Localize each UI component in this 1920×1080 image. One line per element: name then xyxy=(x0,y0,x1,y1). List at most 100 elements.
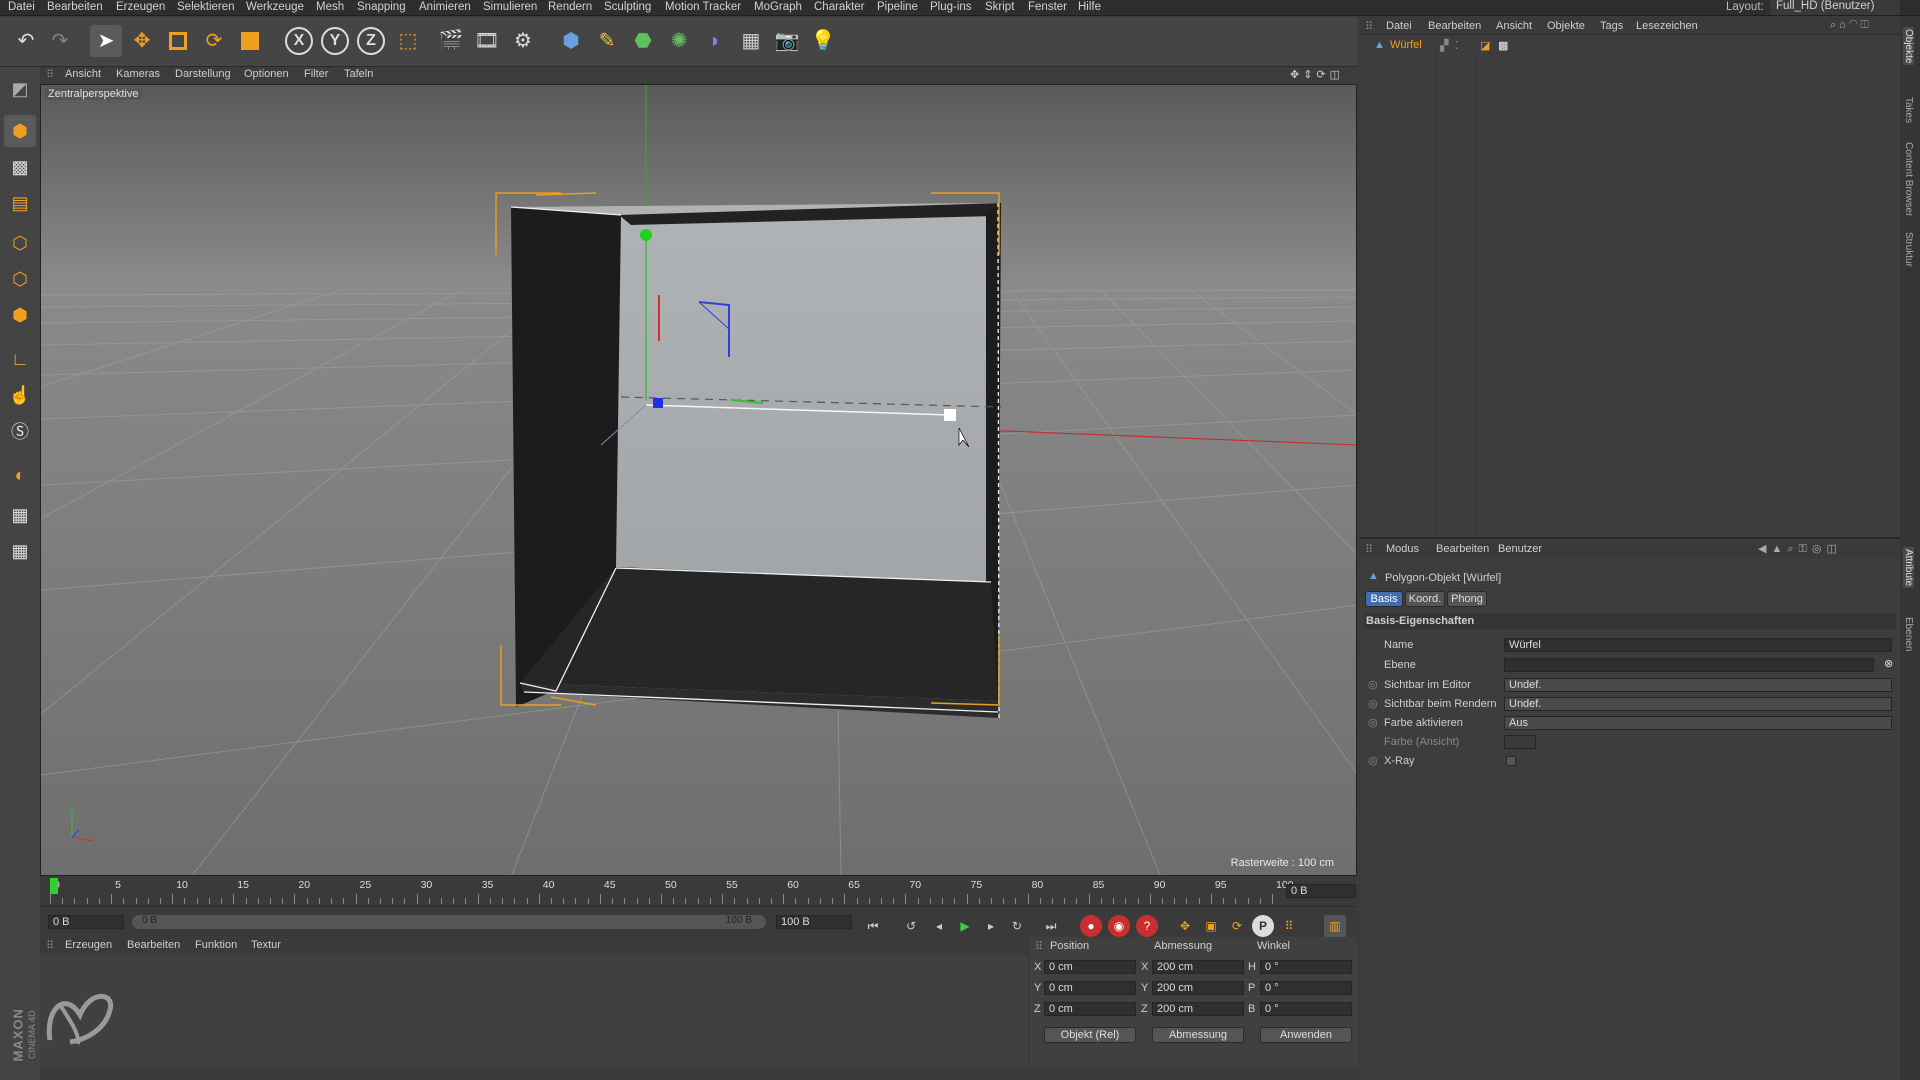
model-mode-icon[interactable]: ⬢ xyxy=(4,115,36,147)
redo-icon[interactable]: ↷ xyxy=(44,25,76,57)
om-menu-ansicht[interactable]: Ansicht xyxy=(1496,20,1532,32)
render-view-icon[interactable]: 🎬 xyxy=(435,25,467,57)
pos-z-field[interactable]: 0 cm xyxy=(1044,1002,1136,1016)
size-z-field[interactable]: 200 cm xyxy=(1152,1002,1244,1016)
prop-display-color-swatch[interactable] xyxy=(1504,735,1536,749)
anim-dot-xray-icon[interactable]: ◎ xyxy=(1368,754,1378,767)
polygons-mode-icon[interactable]: ⬢ xyxy=(4,299,36,331)
coordinate-system-icon[interactable]: ⬚ xyxy=(392,25,424,57)
side-tab-content-browser[interactable]: Content Browser xyxy=(1903,142,1914,216)
layout-dropdown[interactable]: Full_HD (Benutzer) xyxy=(1770,0,1900,15)
edges-mode-icon[interactable]: ⬡ xyxy=(4,263,36,295)
y-axis-lock-icon[interactable]: Y xyxy=(319,25,351,57)
prop-layer-field[interactable] xyxy=(1504,658,1874,672)
deformer-icon[interactable]: ◗ xyxy=(699,25,731,57)
key-rotation-icon[interactable]: ⟳ xyxy=(1226,915,1248,937)
viewport-menu-ansicht[interactable]: Ansicht xyxy=(65,68,101,80)
menu-skript[interactable]: Skript xyxy=(985,1,1014,13)
render-settings-icon[interactable]: ⚙ xyxy=(507,25,539,57)
prev-key-icon[interactable]: ↺ xyxy=(900,915,922,937)
menu-motion-tracker[interactable]: Motion Tracker xyxy=(665,1,741,13)
om-menu-bearbeiten[interactable]: Bearbeiten xyxy=(1428,20,1481,32)
sculpt-magnet-icon[interactable]: ◐ xyxy=(4,459,36,491)
material-menu-funktion[interactable]: Funktion xyxy=(195,939,237,951)
points-mode-icon[interactable]: ⬡ xyxy=(4,227,36,259)
menu-bearbeiten[interactable]: Bearbeiten xyxy=(47,1,103,13)
menu-mograph[interactable]: MoGraph xyxy=(754,1,802,13)
snapping-icon[interactable]: Ⓢ xyxy=(4,415,36,447)
material-menu-textur[interactable]: Textur xyxy=(251,939,281,951)
timeline-window-icon[interactable]: ▥ xyxy=(1324,915,1346,937)
menu-fenster[interactable]: Fenster xyxy=(1028,1,1067,13)
prop-visible-editor-select[interactable]: Undef. xyxy=(1504,678,1892,692)
prop-color-enable-select[interactable]: Aus xyxy=(1504,716,1892,730)
prev-frame-icon[interactable]: ◂ xyxy=(928,915,950,937)
menu-snapping[interactable]: Snapping xyxy=(357,1,406,13)
coord-size-select[interactable]: Abmessung xyxy=(1152,1027,1244,1043)
material-menu-erzeugen[interactable]: Erzeugen xyxy=(65,939,112,951)
workplane-mode-icon[interactable]: ▤ xyxy=(4,187,36,219)
anim-dot-render-icon[interactable]: ◎ xyxy=(1368,697,1378,710)
subdivision-icon[interactable]: ⬣ xyxy=(627,25,659,57)
menu-simulieren[interactable]: Simulieren xyxy=(483,1,537,13)
tab-phong[interactable]: Phong xyxy=(1447,591,1487,607)
texture-mode-icon[interactable]: ▩ xyxy=(4,151,36,183)
next-key-icon[interactable]: ↻ xyxy=(1006,915,1028,937)
z-axis-handle[interactable] xyxy=(653,398,663,408)
prop-xray-checkbox[interactable] xyxy=(1506,756,1516,766)
viewport-menu-optionen[interactable]: Optionen xyxy=(244,68,289,80)
side-tab-attribute[interactable]: Attribute xyxy=(1903,547,1914,589)
object-row-wuerfel[interactable]: ▲ Würfel ▞ ⁚ ◪ ▩ xyxy=(1360,36,1900,54)
am-menu-modus[interactable]: Modus xyxy=(1386,543,1419,555)
start-frame-field[interactable]: 0 B xyxy=(48,915,124,929)
menu-pipeline[interactable]: Pipeline xyxy=(877,1,918,13)
side-tab-ebenen[interactable]: Ebenen xyxy=(1903,617,1914,651)
size-y-field[interactable]: 200 cm xyxy=(1152,981,1244,995)
timeline-ruler[interactable]: 0510152025303540455055606570758085909510… xyxy=(40,876,1357,906)
menu-sculpting[interactable]: Sculpting xyxy=(604,1,651,13)
array-icon[interactable]: ✺ xyxy=(663,25,695,57)
menu-plugins[interactable]: Plug-ins xyxy=(930,1,972,13)
viewport-menu-tafeln[interactable]: Tafeln xyxy=(344,68,373,80)
menu-animieren[interactable]: Animieren xyxy=(419,1,471,13)
om-menu-objekte[interactable]: Objekte xyxy=(1547,20,1585,32)
om-header-icons[interactable]: ⌕⌂◠◫ xyxy=(1830,19,1872,32)
menu-werkzeuge[interactable]: Werkzeuge xyxy=(246,1,304,13)
keyframe-selection-icon[interactable]: ? xyxy=(1136,915,1158,937)
menu-hilfe[interactable]: Hilfe xyxy=(1078,1,1101,13)
x-axis-lock-icon[interactable]: X xyxy=(283,25,315,57)
viewport-navigation-icons[interactable]: ✥⇕⟳◫ xyxy=(1290,68,1344,81)
locked-workplane-icon[interactable]: ▦ xyxy=(4,535,36,567)
key-parameter-icon[interactable]: P xyxy=(1252,915,1274,937)
material-menu-bearbeiten[interactable]: Bearbeiten xyxy=(127,939,180,951)
anim-dot-editor-icon[interactable]: ◎ xyxy=(1368,678,1378,691)
am-menu-bearbeiten[interactable]: Bearbeiten xyxy=(1436,543,1489,555)
goto-start-icon[interactable]: ⏮ xyxy=(862,915,884,937)
preview-range-slider[interactable]: 0 B 100 B xyxy=(132,915,766,929)
scale-tool-icon[interactable] xyxy=(162,25,194,57)
om-menu-lesezeichen[interactable]: Lesezeichen xyxy=(1636,20,1698,32)
pos-x-field[interactable]: 0 cm xyxy=(1044,960,1136,974)
move-tool-icon[interactable]: ✥ xyxy=(126,25,158,57)
viewport-menu-filter[interactable]: Filter xyxy=(304,68,328,80)
phong-tag-icon[interactable]: ◪ xyxy=(1480,39,1490,52)
next-frame-icon[interactable]: ▸ xyxy=(980,915,1002,937)
tab-koord[interactable]: Koord. xyxy=(1405,591,1445,607)
last-tool-icon[interactable] xyxy=(234,25,266,57)
tab-basis[interactable]: Basis xyxy=(1365,591,1403,607)
undo-icon[interactable]: ↶ xyxy=(10,25,42,57)
auto-keying-icon[interactable]: ◉ xyxy=(1108,915,1130,937)
om-menu-tags[interactable]: Tags xyxy=(1600,20,1623,32)
key-position-icon[interactable]: ✥ xyxy=(1174,915,1196,937)
menu-selektieren[interactable]: Selektieren xyxy=(177,1,235,13)
am-menu-benutzer[interactable]: Benutzer xyxy=(1498,543,1542,555)
x-axis-handle[interactable] xyxy=(944,409,956,421)
menu-erzeugen[interactable]: Erzeugen xyxy=(116,1,165,13)
prop-name-field[interactable]: Würfel xyxy=(1504,638,1892,652)
z-axis-lock-icon[interactable]: Z xyxy=(355,25,387,57)
workplane-lock-icon[interactable]: ▦ xyxy=(4,499,36,531)
editor-render-dots-icon[interactable]: ⁚ xyxy=(1455,39,1459,52)
size-x-field[interactable]: 200 cm xyxy=(1152,960,1244,974)
layer-clear-icon[interactable]: ⊗ xyxy=(1884,657,1893,670)
axis-mode-icon[interactable]: ∟ xyxy=(4,343,36,375)
